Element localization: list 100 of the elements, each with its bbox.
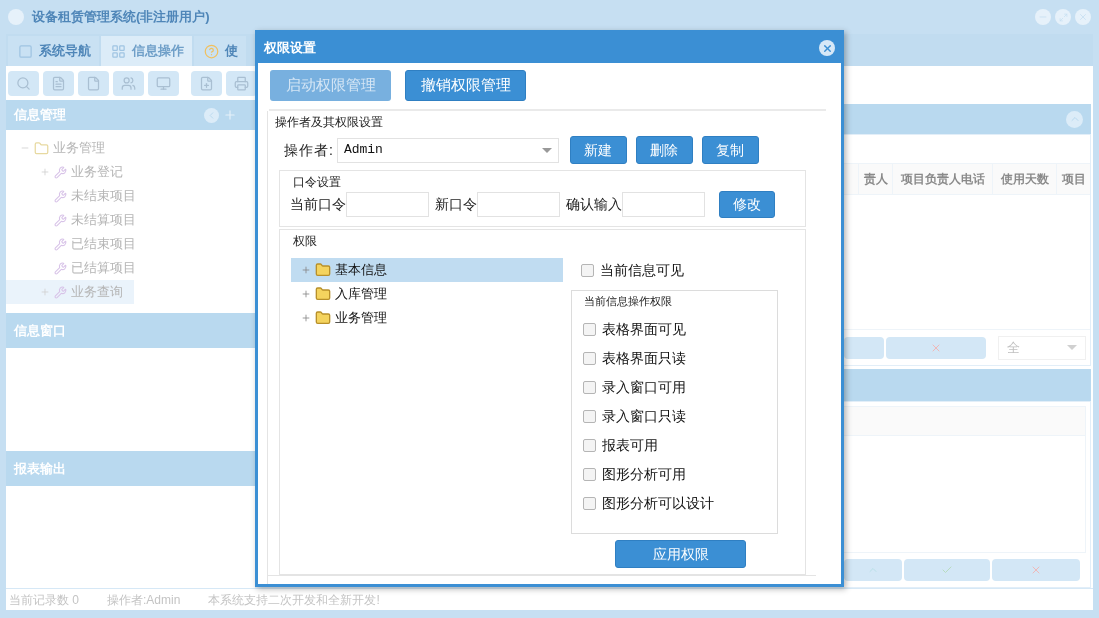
checkbox[interactable] xyxy=(583,468,596,481)
document-icon xyxy=(51,75,66,91)
toolbar-button[interactable] xyxy=(78,70,109,96)
column-header: 项目 xyxy=(1056,164,1090,194)
monitor-icon xyxy=(156,75,171,91)
folder-icon xyxy=(315,286,331,302)
toolbar-button[interactable] xyxy=(148,70,179,96)
grid-icon xyxy=(111,43,126,59)
checkbox[interactable] xyxy=(583,323,596,336)
expander-icon[interactable] xyxy=(40,167,50,177)
expander-icon[interactable] xyxy=(301,265,311,275)
tree-item[interactable]: 基本信息 xyxy=(291,258,563,282)
password-field[interactable] xyxy=(346,192,429,217)
checkbox[interactable] xyxy=(581,264,594,277)
column-header: 责人 xyxy=(858,164,892,194)
checkbox[interactable] xyxy=(583,497,596,510)
expander-icon[interactable] xyxy=(301,313,311,323)
action-button[interactable]: 复制 xyxy=(701,136,759,164)
section-title: 权限 xyxy=(292,233,318,250)
toolbar-button[interactable] xyxy=(226,70,257,96)
confirm-button[interactable] xyxy=(904,559,990,581)
minimize-button[interactable] xyxy=(1035,9,1051,25)
delete-button[interactable] xyxy=(886,336,986,359)
tree-item[interactable]: 未结束项目 xyxy=(6,184,255,208)
tool-icon xyxy=(54,189,67,203)
checkbox-label: 报表可用 xyxy=(602,436,658,455)
folder-icon xyxy=(315,262,331,278)
tree-label: 未结算项目 xyxy=(71,211,136,230)
window-icon xyxy=(18,43,33,59)
dropdown-caret-icon xyxy=(1067,345,1077,350)
toolbar-button[interactable]: 撤销权限管理 xyxy=(405,70,526,101)
panel-title: 信息管理 xyxy=(14,106,66,125)
panel-title: 报表输出 xyxy=(14,459,66,478)
toolbar-button[interactable] xyxy=(113,70,144,96)
expander-icon[interactable] xyxy=(301,289,311,299)
maximize-icon xyxy=(1058,12,1068,22)
tab[interactable]: 信息操作 xyxy=(101,36,192,66)
action-button[interactable]: 新建 xyxy=(569,136,627,164)
toolbar-button[interactable] xyxy=(8,70,39,96)
up-button[interactable] xyxy=(844,559,902,581)
status-text: 操作者:Admin xyxy=(107,591,181,609)
checkbox-label: 当前信息可见 xyxy=(600,261,684,280)
tree-label: 已结束项目 xyxy=(71,235,136,254)
maximize-button[interactable] xyxy=(1055,9,1071,25)
expander-icon[interactable] xyxy=(40,287,50,297)
toolbar-button[interactable] xyxy=(43,70,74,96)
tab[interactable]: 使 xyxy=(194,36,246,66)
tree-item[interactable]: 业务登记 xyxy=(6,160,255,184)
users-icon xyxy=(121,75,136,91)
tree-item[interactable]: 业务管理 xyxy=(6,136,255,160)
password-field[interactable] xyxy=(477,192,560,217)
help-icon xyxy=(204,43,219,59)
cancel-button[interactable] xyxy=(992,559,1080,581)
checkbox-label: 表格界面只读 xyxy=(602,349,686,368)
cancel-icon xyxy=(1030,564,1042,576)
filter-select[interactable]: 全 xyxy=(998,335,1086,360)
section-title: 口令设置 xyxy=(292,174,342,191)
tree-item[interactable]: 未结算项目 xyxy=(6,208,255,232)
collapse-button[interactable] xyxy=(1066,110,1083,128)
close-button[interactable] xyxy=(819,40,835,56)
tree-label: 业务管理 xyxy=(53,139,105,158)
folder-icon xyxy=(315,310,331,326)
check-icon xyxy=(941,564,953,576)
tree-label: 业务登记 xyxy=(71,163,123,182)
checkbox-label: 图形分析可用 xyxy=(602,465,686,484)
tool-icon xyxy=(54,285,67,299)
add-icon[interactable] xyxy=(223,107,237,122)
dropdown-caret-icon xyxy=(541,147,552,153)
checkbox[interactable] xyxy=(583,439,596,452)
password-field[interactable] xyxy=(622,192,705,217)
tree-label: 业务查询 xyxy=(71,283,123,302)
logo-icon xyxy=(8,9,24,25)
tree-item[interactable]: 业务查询 xyxy=(6,280,134,304)
apply-button[interactable]: 应用权限 xyxy=(615,540,746,568)
tree-item[interactable]: 业务管理 xyxy=(291,306,563,330)
checkbox[interactable] xyxy=(583,352,596,365)
modify-button[interactable]: 修改 xyxy=(719,191,775,218)
tree-item[interactable]: 已结算项目 xyxy=(6,256,255,280)
toolbar-button[interactable] xyxy=(191,70,222,96)
operator-select[interactable]: Admin xyxy=(336,137,559,163)
tree-item[interactable]: 已结束项目 xyxy=(6,232,255,256)
close-button[interactable] xyxy=(1075,9,1091,25)
page-icon xyxy=(86,75,101,91)
action-button[interactable]: 删除 xyxy=(635,136,693,164)
printer-icon xyxy=(234,75,249,91)
field-label: 操作者: xyxy=(284,140,334,160)
column-header: 项目负责人电话 xyxy=(892,164,992,194)
field-label: 新口令 xyxy=(435,195,477,214)
dialog-title: 权限设置 xyxy=(264,39,316,58)
tab[interactable]: 系统导航 xyxy=(8,36,99,66)
checkbox[interactable] xyxy=(583,410,596,423)
search-icon xyxy=(16,75,31,91)
close-icon xyxy=(821,42,833,54)
window-title: 设备租赁管理系统(非注册用户) xyxy=(32,8,210,27)
field-label: 当前口令 xyxy=(290,195,346,214)
collapse-button[interactable] xyxy=(204,107,219,123)
checkbox[interactable] xyxy=(583,381,596,394)
checkbox-label: 表格界面可见 xyxy=(602,320,686,339)
tree-item[interactable]: 入库管理 xyxy=(291,282,563,306)
close-icon xyxy=(1078,12,1088,22)
